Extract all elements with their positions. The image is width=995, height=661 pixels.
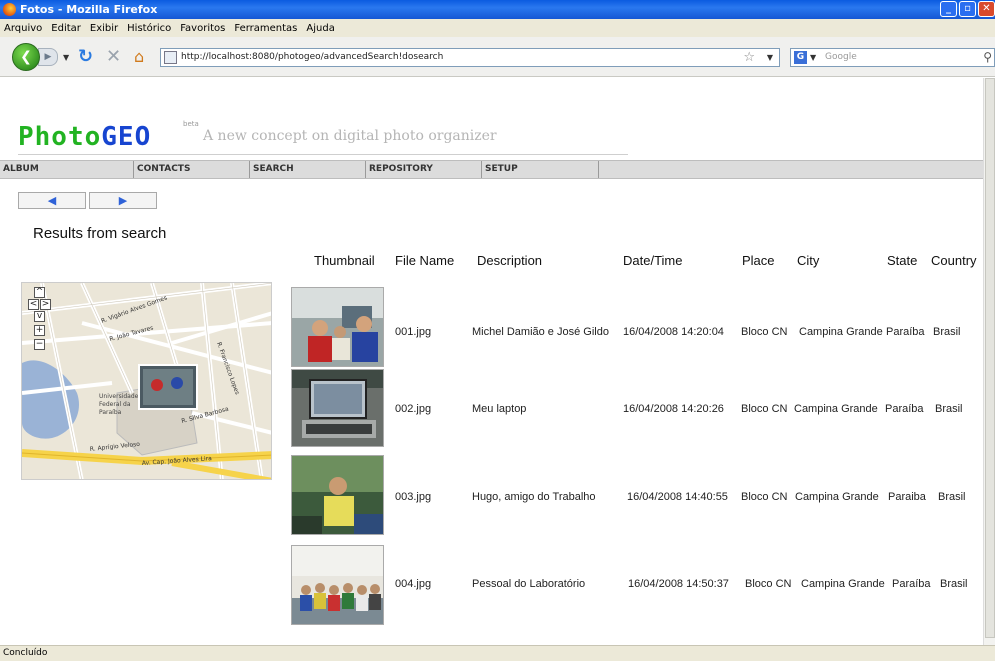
datetime-cell: 16/04/2008 14:40:55 [627, 491, 728, 503]
datetime-cell: 16/04/2008 14:20:04 [623, 326, 724, 338]
previous-page-button[interactable]: ◀ [18, 192, 86, 209]
firefox-icon [3, 3, 16, 16]
tab-search[interactable]: SEARCH [250, 161, 366, 178]
map-pan-left-icon[interactable]: < [28, 299, 39, 310]
menu-exibir[interactable]: Exibir [90, 23, 118, 34]
window-titlebar: Fotos - Mozilla Firefox _ ▫ ✕ [0, 0, 995, 19]
city-cell: Campina Grande [795, 491, 879, 503]
state-cell: Paraíba [892, 578, 931, 590]
tab-album[interactable]: ALBUM [0, 161, 134, 178]
map-canvas[interactable]: R. Aprígio Veloso Av. Cap. João Alves Li… [22, 283, 272, 480]
menu-ferramentas[interactable]: Ferramentas [234, 23, 297, 34]
country-cell: Brasil [933, 326, 961, 338]
state-cell: Paraiba [888, 491, 926, 503]
location-map[interactable]: R. Aprígio Veloso Av. Cap. João Alves Li… [21, 282, 272, 480]
status-text: Concluído [3, 648, 48, 658]
minimize-button[interactable]: _ [940, 1, 957, 17]
logo-divider [18, 154, 628, 155]
page-favicon-icon [164, 51, 177, 64]
search-input[interactable]: G ▼ Google ⚲ [790, 48, 995, 67]
home-icon[interactable]: ⌂ [134, 47, 144, 66]
place-cell: Bloco CN [741, 403, 788, 415]
tab-setup[interactable]: SETUP [482, 161, 599, 178]
city-cell: Campina Grande [799, 326, 883, 338]
scrollbar-thumb[interactable] [985, 78, 995, 638]
description-cell: Michel Damião e José Gildo [472, 326, 609, 338]
status-bar: Concluído [0, 645, 995, 661]
file-name-cell[interactable]: 001.jpg [395, 326, 431, 338]
search-placeholder: Google [825, 52, 857, 62]
next-page-button[interactable]: ▶ [89, 192, 157, 209]
country-cell: Brasil [938, 491, 966, 503]
place-cell: Bloco CN [741, 491, 788, 503]
city-cell: Campina Grande [794, 403, 878, 415]
state-cell: Paraíba [886, 326, 925, 338]
datetime-cell: 16/04/2008 14:20:26 [623, 403, 724, 415]
datetime-cell: 16/04/2008 14:50:37 [628, 578, 729, 590]
reload-icon[interactable]: ↻ [78, 46, 93, 67]
maximize-button[interactable]: ▫ [959, 1, 976, 17]
header-file-name: File Name [395, 253, 455, 268]
header-thumbnail: Thumbnail [314, 253, 375, 268]
beta-label: beta [183, 120, 199, 128]
file-name-cell[interactable]: 003.jpg [395, 491, 431, 503]
map-zoom-out-icon[interactable]: − [34, 339, 45, 350]
thumbnail-image[interactable] [291, 287, 384, 367]
tab-contacts[interactable]: CONTACTS [134, 161, 250, 178]
state-cell: Paraíba [885, 403, 924, 415]
header-description: Description [477, 253, 543, 268]
map-place-label: Universidade Federal da Paraíba [99, 393, 139, 416]
map-pan-up-icon[interactable]: ^ [34, 287, 45, 298]
country-cell: Brasil [940, 578, 968, 590]
country-cell: Brasil [935, 403, 963, 415]
header-place: Place [742, 253, 775, 268]
place-cell: Bloco CN [741, 326, 788, 338]
thumbnail-image[interactable] [291, 369, 384, 447]
photogeo-logo[interactable]: PhotoGEO [18, 122, 151, 152]
description-cell: Hugo, amigo do Trabalho [472, 491, 596, 503]
close-button[interactable]: ✕ [978, 1, 995, 17]
header-city: City [797, 253, 820, 268]
bookmark-star-icon[interactable]: ☆ [743, 49, 755, 66]
main-nav: ALBUM CONTACTS SEARCH REPOSITORY SETUP [0, 160, 983, 179]
search-icon[interactable]: ⚲ [983, 49, 992, 66]
menu-ajuda[interactable]: Ajuda [306, 23, 334, 34]
forward-button[interactable]: ▶ [38, 48, 58, 66]
description-cell: Pessoal do Laboratório [472, 578, 586, 590]
tab-repository[interactable]: REPOSITORY [366, 161, 482, 178]
description-cell: Meu laptop [472, 403, 527, 415]
navigation-toolbar: ▶ ❮ ▼ ↻ ✕ ⌂ http://localhost:8080/photog… [0, 37, 995, 77]
file-name-cell[interactable]: 004.jpg [395, 578, 431, 590]
tagline: A new concept on digital photo organizer [203, 128, 497, 144]
menu-favoritos[interactable]: Favoritos [180, 23, 225, 34]
url-bar[interactable]: http://localhost:8080/photogeo/advancedS… [160, 48, 780, 67]
results-heading: Results from search [33, 225, 167, 242]
header-state: State [887, 253, 918, 268]
page-content: PhotoGEO beta A new concept on digital p… [0, 78, 983, 645]
vertical-scrollbar[interactable] [983, 78, 995, 645]
map-pan-down-icon[interactable]: v [34, 311, 45, 322]
history-dropdown-icon[interactable]: ▼ [63, 53, 69, 62]
menu-editar[interactable]: Editar [51, 23, 81, 34]
thumbnail-image[interactable] [291, 455, 384, 535]
file-name-cell[interactable]: 002.jpg [395, 403, 431, 415]
map-pan-right-icon[interactable]: > [40, 299, 51, 310]
google-icon[interactable]: G [794, 51, 807, 64]
city-cell: Campina Grande [801, 578, 885, 590]
header-datetime: Date/Time [623, 253, 683, 268]
menu-bar: Arquivo Editar Exibir Histórico Favorito… [0, 19, 995, 37]
header-country: Country [931, 253, 977, 268]
back-button[interactable]: ❮ [12, 43, 40, 71]
place-cell: Bloco CN [745, 578, 792, 590]
menu-arquivo[interactable]: Arquivo [4, 23, 42, 34]
menu-historico[interactable]: Histórico [127, 23, 171, 34]
window-title: Fotos - Mozilla Firefox [20, 3, 158, 16]
thumbnail-image[interactable] [291, 545, 384, 625]
search-engine-dropdown-icon[interactable]: ▼ [810, 49, 816, 66]
url-dropdown-icon[interactable]: ▼ [767, 49, 773, 66]
url-text: http://localhost:8080/photogeo/advancedS… [181, 52, 444, 62]
map-zoom-in-icon[interactable]: + [34, 325, 45, 336]
stop-icon[interactable]: ✕ [106, 46, 121, 67]
